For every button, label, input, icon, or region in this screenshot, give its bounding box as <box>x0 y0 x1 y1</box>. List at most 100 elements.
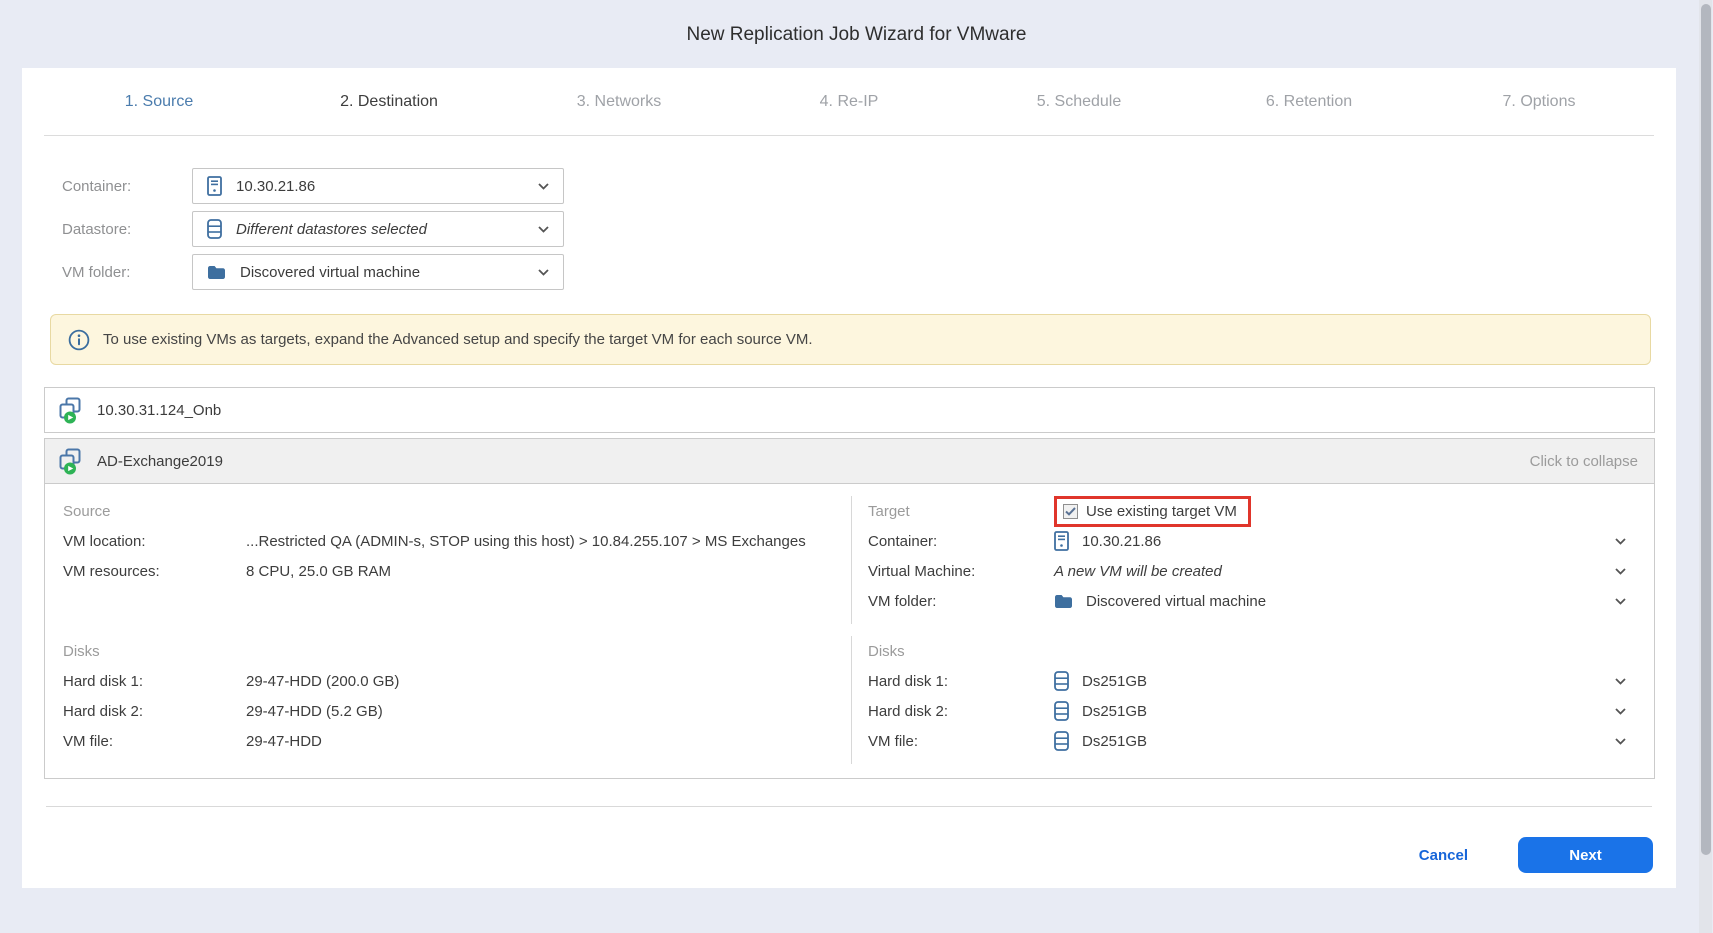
vm-folder-value: Discovered virtual machine <box>240 264 420 281</box>
use-existing-target-vm-checkbox[interactable] <box>1063 504 1078 519</box>
datastore-icon <box>1054 671 1069 691</box>
source-disk1-label: Hard disk 1: <box>63 673 246 690</box>
target-disk1-label: Hard disk 1: <box>868 673 1054 690</box>
info-icon <box>68 329 90 351</box>
vm-location-label: VM location: <box>63 533 246 550</box>
vm-detail-panel: Source VM location: ...Restricted QA (AD… <box>44 484 1655 779</box>
wizard-card: 1. Source 2. Destination 3. Networks 4. … <box>22 68 1676 888</box>
vm-list: 10.30.31.124_Onb AD-Exchange2019 Click t… <box>44 387 1655 779</box>
step-retention: 6. Retention <box>1194 93 1424 111</box>
folder-icon <box>207 265 226 280</box>
vm-resources-label: VM resources: <box>63 563 246 580</box>
source-disk-row: Hard disk 1: 29-47-HDD (200.0 GB) <box>63 666 827 696</box>
target-container-value: 10.30.21.86 <box>1082 533 1161 550</box>
target-container-select[interactable]: 10.30.21.86 <box>1054 531 1626 551</box>
chevron-down-icon <box>538 269 549 276</box>
page-title: New Replication Job Wizard for VMware <box>0 24 1713 46</box>
datastore-icon <box>1054 731 1069 751</box>
target-disk-row: VM file: Ds251GB <box>868 726 1626 756</box>
target-disk2-select[interactable]: Ds251GB <box>1054 701 1626 721</box>
container-label: Container: <box>62 178 192 195</box>
target-disk2-label: Hard disk 2: <box>868 703 1054 720</box>
vm-name: 10.30.31.124_Onb <box>97 402 221 419</box>
container-value: 10.30.21.86 <box>236 178 315 195</box>
source-disk-row: VM file: 29-47-HDD <box>63 726 827 756</box>
chevron-down-icon <box>1615 708 1626 715</box>
vm-name: AD-Exchange2019 <box>97 453 223 470</box>
target-vmfile-select[interactable]: Ds251GB <box>1054 731 1626 751</box>
container-select[interactable]: 10.30.21.86 <box>192 168 564 204</box>
chevron-down-icon <box>1615 568 1626 575</box>
next-button[interactable]: Next <box>1518 837 1653 873</box>
target-container-row: Container: 10.30.21.86 <box>868 526 1626 556</box>
target-section: Target Use existing target VM Container: <box>851 496 1654 624</box>
footer: Cancel Next <box>22 837 1653 873</box>
step-networks: 3. Networks <box>504 93 734 111</box>
source-heading: Source <box>63 496 827 526</box>
source-disks-heading: Disks <box>63 636 827 666</box>
source-disk1-value: 29-47-HDD (200.0 GB) <box>246 673 399 690</box>
source-vmfile-label: VM file: <box>63 733 246 750</box>
target-vm-row: Virtual Machine: A new VM will be create… <box>868 556 1626 586</box>
datastore-value: Different datastores selected <box>236 221 427 238</box>
info-banner: To use existing VMs as targets, expand t… <box>50 314 1651 365</box>
datastore-label: Datastore: <box>62 221 192 238</box>
datastore-icon <box>1054 701 1069 721</box>
source-disk2-value: 29-47-HDD (5.2 GB) <box>246 703 383 720</box>
folder-icon <box>1054 594 1073 609</box>
datastore-icon <box>207 219 222 239</box>
step-options: 7. Options <box>1424 93 1654 111</box>
info-banner-text: To use existing VMs as targets, expand t… <box>103 331 813 348</box>
step-destination[interactable]: 2. Destination <box>274 93 504 111</box>
target-vm-folder-select[interactable]: Discovered virtual machine <box>1054 593 1626 610</box>
target-disks-section: Disks Hard disk 1: Ds251GB <box>851 636 1654 764</box>
target-vmfile-label: VM file: <box>868 733 1054 750</box>
vm-list-item-collapsed[interactable]: 10.30.31.124_Onb <box>44 387 1655 433</box>
vm-icon <box>58 397 84 424</box>
target-vm-folder-value: Discovered virtual machine <box>1086 593 1266 610</box>
target-vm-folder-row: VM folder: Discovered virtual machine <box>868 586 1626 616</box>
source-disk2-label: Hard disk 2: <box>63 703 246 720</box>
source-disk-row: Hard disk 2: 29-47-HDD (5.2 GB) <box>63 696 827 726</box>
chevron-down-icon <box>1615 738 1626 745</box>
host-icon <box>207 176 222 196</box>
target-disk1-value: Ds251GB <box>1082 673 1147 690</box>
vm-folder-label: VM folder: <box>62 264 192 281</box>
scrollbar-thumb[interactable] <box>1701 4 1711 855</box>
target-vm-folder-label: VM folder: <box>868 593 1054 610</box>
host-icon <box>1054 531 1069 551</box>
step-reip: 4. Re-IP <box>734 93 964 111</box>
target-container-label: Container: <box>868 533 1054 550</box>
collapse-hint: Click to collapse <box>1530 453 1638 470</box>
vm-list-item-expanded-header[interactable]: AD-Exchange2019 Click to collapse <box>44 438 1655 484</box>
chevron-down-icon <box>538 226 549 233</box>
footer-divider <box>46 806 1652 807</box>
highlight-annotation: Use existing target VM <box>1054 496 1251 527</box>
chevron-down-icon <box>1615 538 1626 545</box>
wizard-steps: 1. Source 2. Destination 3. Networks 4. … <box>44 68 1654 136</box>
cancel-button[interactable]: Cancel <box>1419 847 1468 864</box>
destination-form: Container: 10.30.21.86 Datastore: Differ… <box>62 168 1676 290</box>
check-icon <box>1065 507 1076 516</box>
target-disk2-value: Ds251GB <box>1082 703 1147 720</box>
datastore-select[interactable]: Different datastores selected <box>192 211 564 247</box>
use-existing-target-vm-label[interactable]: Use existing target VM <box>1086 503 1237 520</box>
vm-location-value: ...Restricted QA (ADMIN-s, STOP using th… <box>246 533 806 550</box>
step-source[interactable]: 1. Source <box>44 93 274 111</box>
vm-resources-value: 8 CPU, 25.0 GB RAM <box>246 563 391 580</box>
target-vmfile-value: Ds251GB <box>1082 733 1147 750</box>
target-vm-label: Virtual Machine: <box>868 563 1054 580</box>
target-vm-select[interactable]: A new VM will be created <box>1054 563 1626 580</box>
source-disks-section: Disks Hard disk 1: 29-47-HDD (200.0 GB) … <box>45 636 851 764</box>
vm-resources-row: VM resources: 8 CPU, 25.0 GB RAM <box>63 556 827 586</box>
target-vm-value: A new VM will be created <box>1054 563 1222 580</box>
vm-folder-select[interactable]: Discovered virtual machine <box>192 254 564 290</box>
source-vmfile-value: 29-47-HDD <box>246 733 322 750</box>
target-disk1-select[interactable]: Ds251GB <box>1054 671 1626 691</box>
source-section: Source VM location: ...Restricted QA (AD… <box>45 496 851 624</box>
vm-icon <box>58 448 84 475</box>
target-heading-row: Target Use existing target VM <box>868 496 1626 526</box>
vm-location-row: VM location: ...Restricted QA (ADMIN-s, … <box>63 526 827 556</box>
target-heading: Target <box>868 503 1054 520</box>
step-schedule: 5. Schedule <box>964 93 1194 111</box>
